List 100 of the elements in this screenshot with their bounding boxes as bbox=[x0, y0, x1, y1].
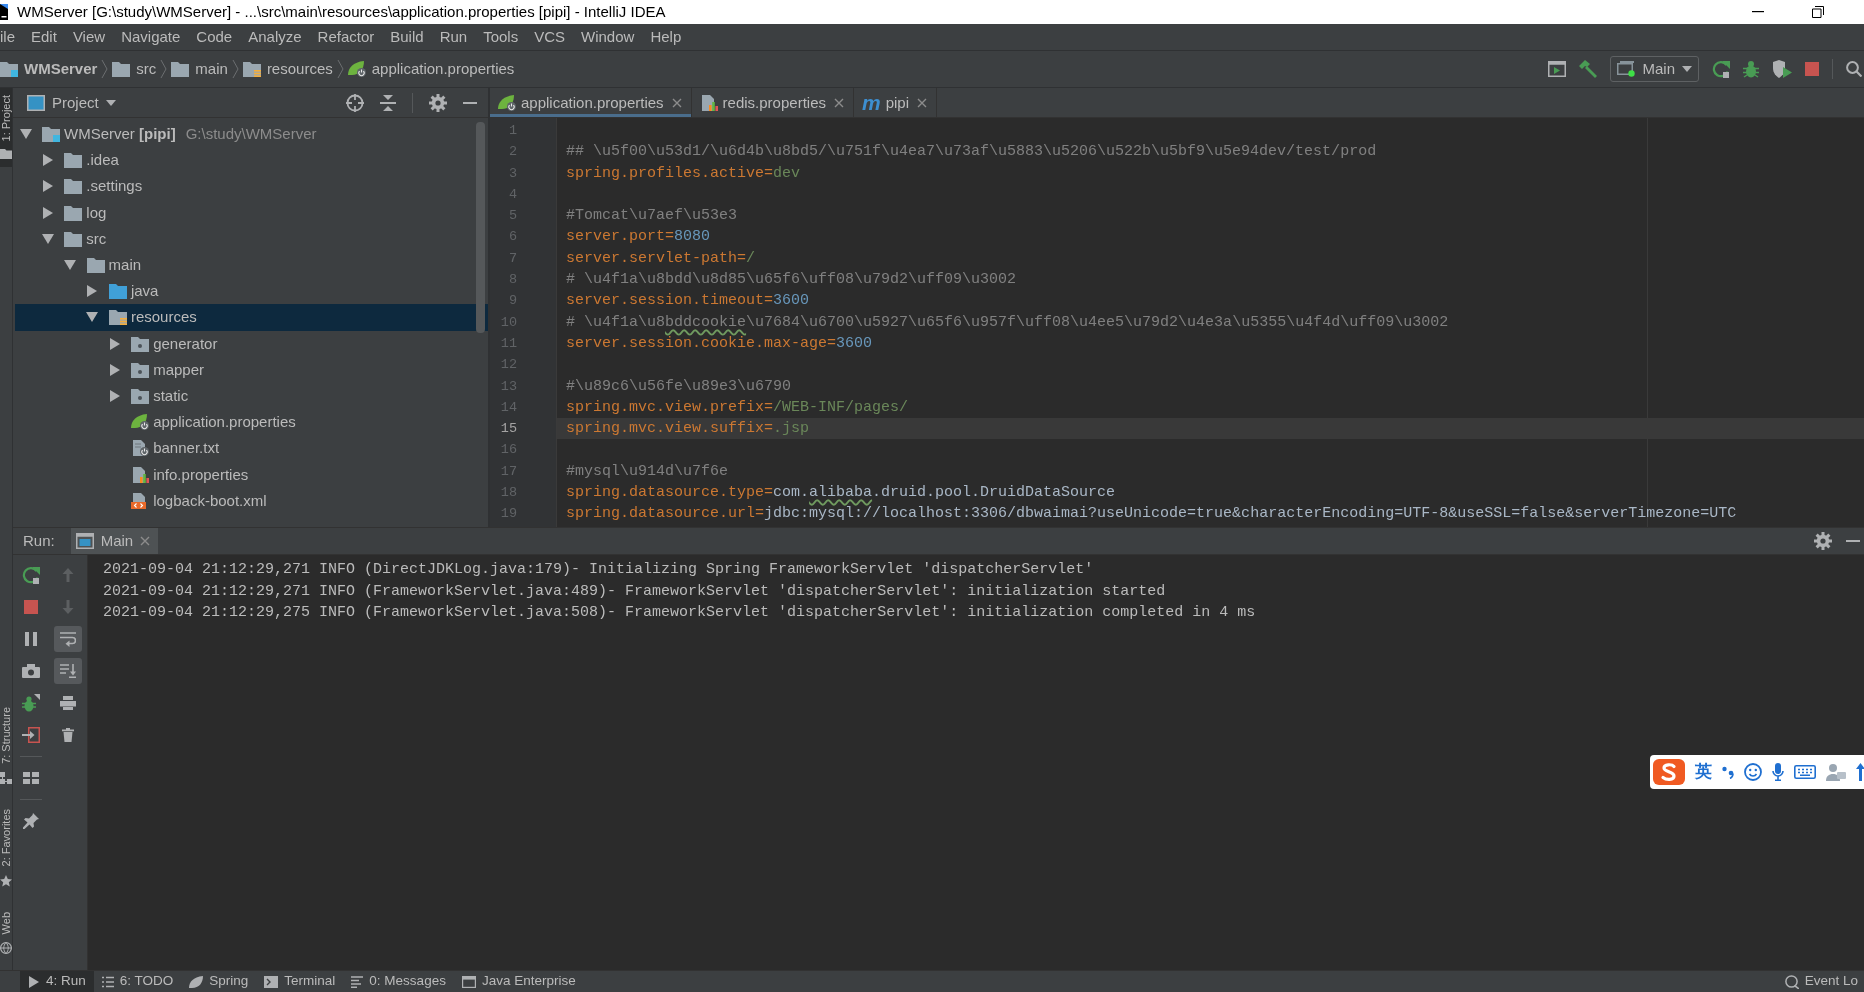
breadcrumb-item[interactable]: application.properties bbox=[347, 60, 515, 78]
tool-window-button[interactable]: Spring bbox=[181, 971, 257, 992]
breadcrumb-item[interactable]: main bbox=[171, 60, 228, 78]
bug-icon[interactable] bbox=[1743, 60, 1759, 78]
shield-play-icon[interactable] bbox=[1772, 60, 1792, 78]
menu-item[interactable]: ile bbox=[0, 28, 23, 46]
arrow-down-icon[interactable] bbox=[19, 129, 32, 140]
menu-item[interactable]: Code bbox=[188, 28, 241, 46]
tree-item[interactable]: .settings bbox=[15, 173, 488, 200]
tool-window-button[interactable]: 2: Favorites bbox=[0, 802, 12, 895]
tree-item[interactable]: WMServer [pipi] G:\study\WMServer bbox=[15, 121, 488, 148]
menu-item[interactable]: Navigate bbox=[113, 28, 189, 46]
arrow-right-icon[interactable] bbox=[109, 389, 120, 402]
menu-item[interactable]: Build bbox=[382, 28, 432, 46]
bug-icon[interactable] bbox=[21, 694, 40, 712]
tree-item[interactable]: static bbox=[15, 382, 488, 410]
tree-item[interactable]: banner.txt bbox=[15, 435, 488, 462]
tree-item[interactable]: .idea bbox=[15, 147, 488, 174]
arrow-down-icon[interactable] bbox=[86, 312, 99, 323]
tool-window-button[interactable]: 1: Project bbox=[0, 88, 12, 168]
event-log-button[interactable]: Event Lo bbox=[1784, 973, 1858, 990]
arrow-right-icon[interactable] bbox=[87, 285, 98, 298]
search-icon[interactable] bbox=[1846, 61, 1862, 77]
scroll-to-end-button[interactable] bbox=[53, 658, 82, 684]
editor-tab[interactable]: application.properties bbox=[490, 88, 692, 117]
close-icon[interactable] bbox=[917, 97, 928, 108]
run-configuration-dropdown[interactable]: Main bbox=[1610, 56, 1699, 82]
folder-icon bbox=[64, 152, 83, 169]
tool-window-button[interactable]: Terminal bbox=[256, 971, 344, 992]
ime-logo-icon[interactable] bbox=[1653, 759, 1685, 785]
tool-window-button[interactable]: Java Enterprise bbox=[453, 971, 584, 992]
run-tab[interactable]: Main bbox=[70, 528, 159, 554]
arrow-up-icon[interactable] bbox=[1856, 763, 1864, 781]
arrow-down-icon[interactable] bbox=[64, 260, 77, 271]
tree-item[interactable]: generator bbox=[15, 330, 488, 357]
close-icon[interactable] bbox=[671, 97, 682, 108]
tree-item[interactable]: src bbox=[15, 225, 488, 252]
pause-icon[interactable] bbox=[24, 632, 37, 646]
arrow-down-icon[interactable] bbox=[41, 233, 54, 244]
tree-item[interactable]: mapper bbox=[15, 356, 488, 383]
restore-icon[interactable] bbox=[1812, 6, 1824, 18]
tool-window-button[interactable]: 0: Messages bbox=[343, 971, 454, 992]
window-play-icon[interactable] bbox=[1548, 61, 1567, 77]
project-window-icon bbox=[27, 94, 45, 111]
arrow-right-icon[interactable] bbox=[42, 154, 53, 167]
settings-icon[interactable] bbox=[429, 93, 447, 112]
pin-icon[interactable] bbox=[22, 813, 39, 829]
exit-icon[interactable] bbox=[21, 727, 40, 743]
menu-item[interactable]: Tools bbox=[475, 28, 527, 46]
menu-item[interactable]: Window bbox=[573, 28, 643, 46]
breadcrumb-item[interactable]: resources bbox=[242, 60, 333, 78]
settings-icon[interactable] bbox=[1814, 532, 1832, 550]
menu-item[interactable]: Edit bbox=[23, 28, 65, 46]
smiley-icon[interactable] bbox=[1744, 763, 1762, 781]
close-icon[interactable] bbox=[834, 97, 844, 108]
editor-tab[interactable]: redis.properties bbox=[691, 88, 854, 117]
arrow-right-icon[interactable] bbox=[42, 206, 53, 219]
input-mode-text[interactable]: 英 bbox=[1695, 761, 1712, 783]
tree-item[interactable]: logback-boot.xml bbox=[15, 487, 488, 514]
keyboard-icon[interactable] bbox=[1794, 765, 1816, 779]
stop-icon[interactable] bbox=[23, 600, 38, 614]
soft-wrap-button[interactable] bbox=[53, 626, 82, 652]
tree-item[interactable]: application.properties bbox=[15, 409, 488, 436]
tool-window-button[interactable]: 4: Run bbox=[20, 971, 94, 992]
tree-item[interactable]: java bbox=[15, 278, 488, 305]
rerun-icon[interactable] bbox=[1712, 60, 1730, 78]
menu-item[interactable]: Run bbox=[431, 28, 476, 46]
menu-item[interactable]: Refactor bbox=[309, 28, 383, 46]
tree-item[interactable]: main bbox=[15, 251, 488, 279]
hammer-icon[interactable] bbox=[1579, 60, 1598, 78]
rerun-icon[interactable] bbox=[21, 566, 40, 584]
microphone-icon[interactable] bbox=[1772, 763, 1784, 781]
menu-item[interactable]: Analyze bbox=[240, 28, 310, 46]
tool-window-button[interactable]: 7: Structure bbox=[0, 700, 12, 793]
tree-item[interactable]: resources bbox=[15, 304, 488, 331]
folder-icon bbox=[171, 61, 190, 77]
scrollbar-thumb[interactable] bbox=[476, 122, 485, 333]
menu-item[interactable]: VCS bbox=[526, 28, 574, 46]
menu-item[interactable]: View bbox=[64, 28, 114, 46]
breadcrumb-item[interactable]: WMServer bbox=[0, 60, 98, 78]
arrow-right-icon[interactable] bbox=[109, 337, 120, 350]
breadcrumb-item[interactable]: src bbox=[112, 60, 157, 78]
camera-icon[interactable] bbox=[21, 664, 40, 678]
editor-tab[interactable]: m pipi bbox=[854, 88, 938, 117]
code-line: #Tomcat\u7aef\u53e3 bbox=[565, 206, 739, 227]
folder-icon bbox=[64, 178, 83, 195]
tool-window-button[interactable]: Web bbox=[0, 904, 12, 962]
menu-item[interactable]: Help bbox=[642, 28, 690, 46]
punctuation-icon[interactable] bbox=[1722, 765, 1734, 779]
tool-window-button[interactable]: 6: TODO bbox=[93, 971, 182, 992]
project-view-dropdown[interactable]: Project bbox=[27, 93, 116, 112]
code-line: spring.datasource.type=com.alibaba.druid.pool.DruidDataSource bbox=[565, 483, 1117, 504]
minimize-icon[interactable] bbox=[1752, 11, 1764, 13]
crosshair-icon[interactable] bbox=[346, 93, 364, 112]
tree-item[interactable]: info.properties bbox=[15, 461, 488, 488]
collapse-all-icon[interactable] bbox=[380, 94, 396, 111]
layout-icon[interactable] bbox=[22, 772, 39, 784]
arrow-right-icon[interactable] bbox=[42, 180, 53, 193]
arrow-right-icon[interactable] bbox=[109, 363, 120, 376]
tree-item[interactable]: log bbox=[15, 199, 488, 226]
